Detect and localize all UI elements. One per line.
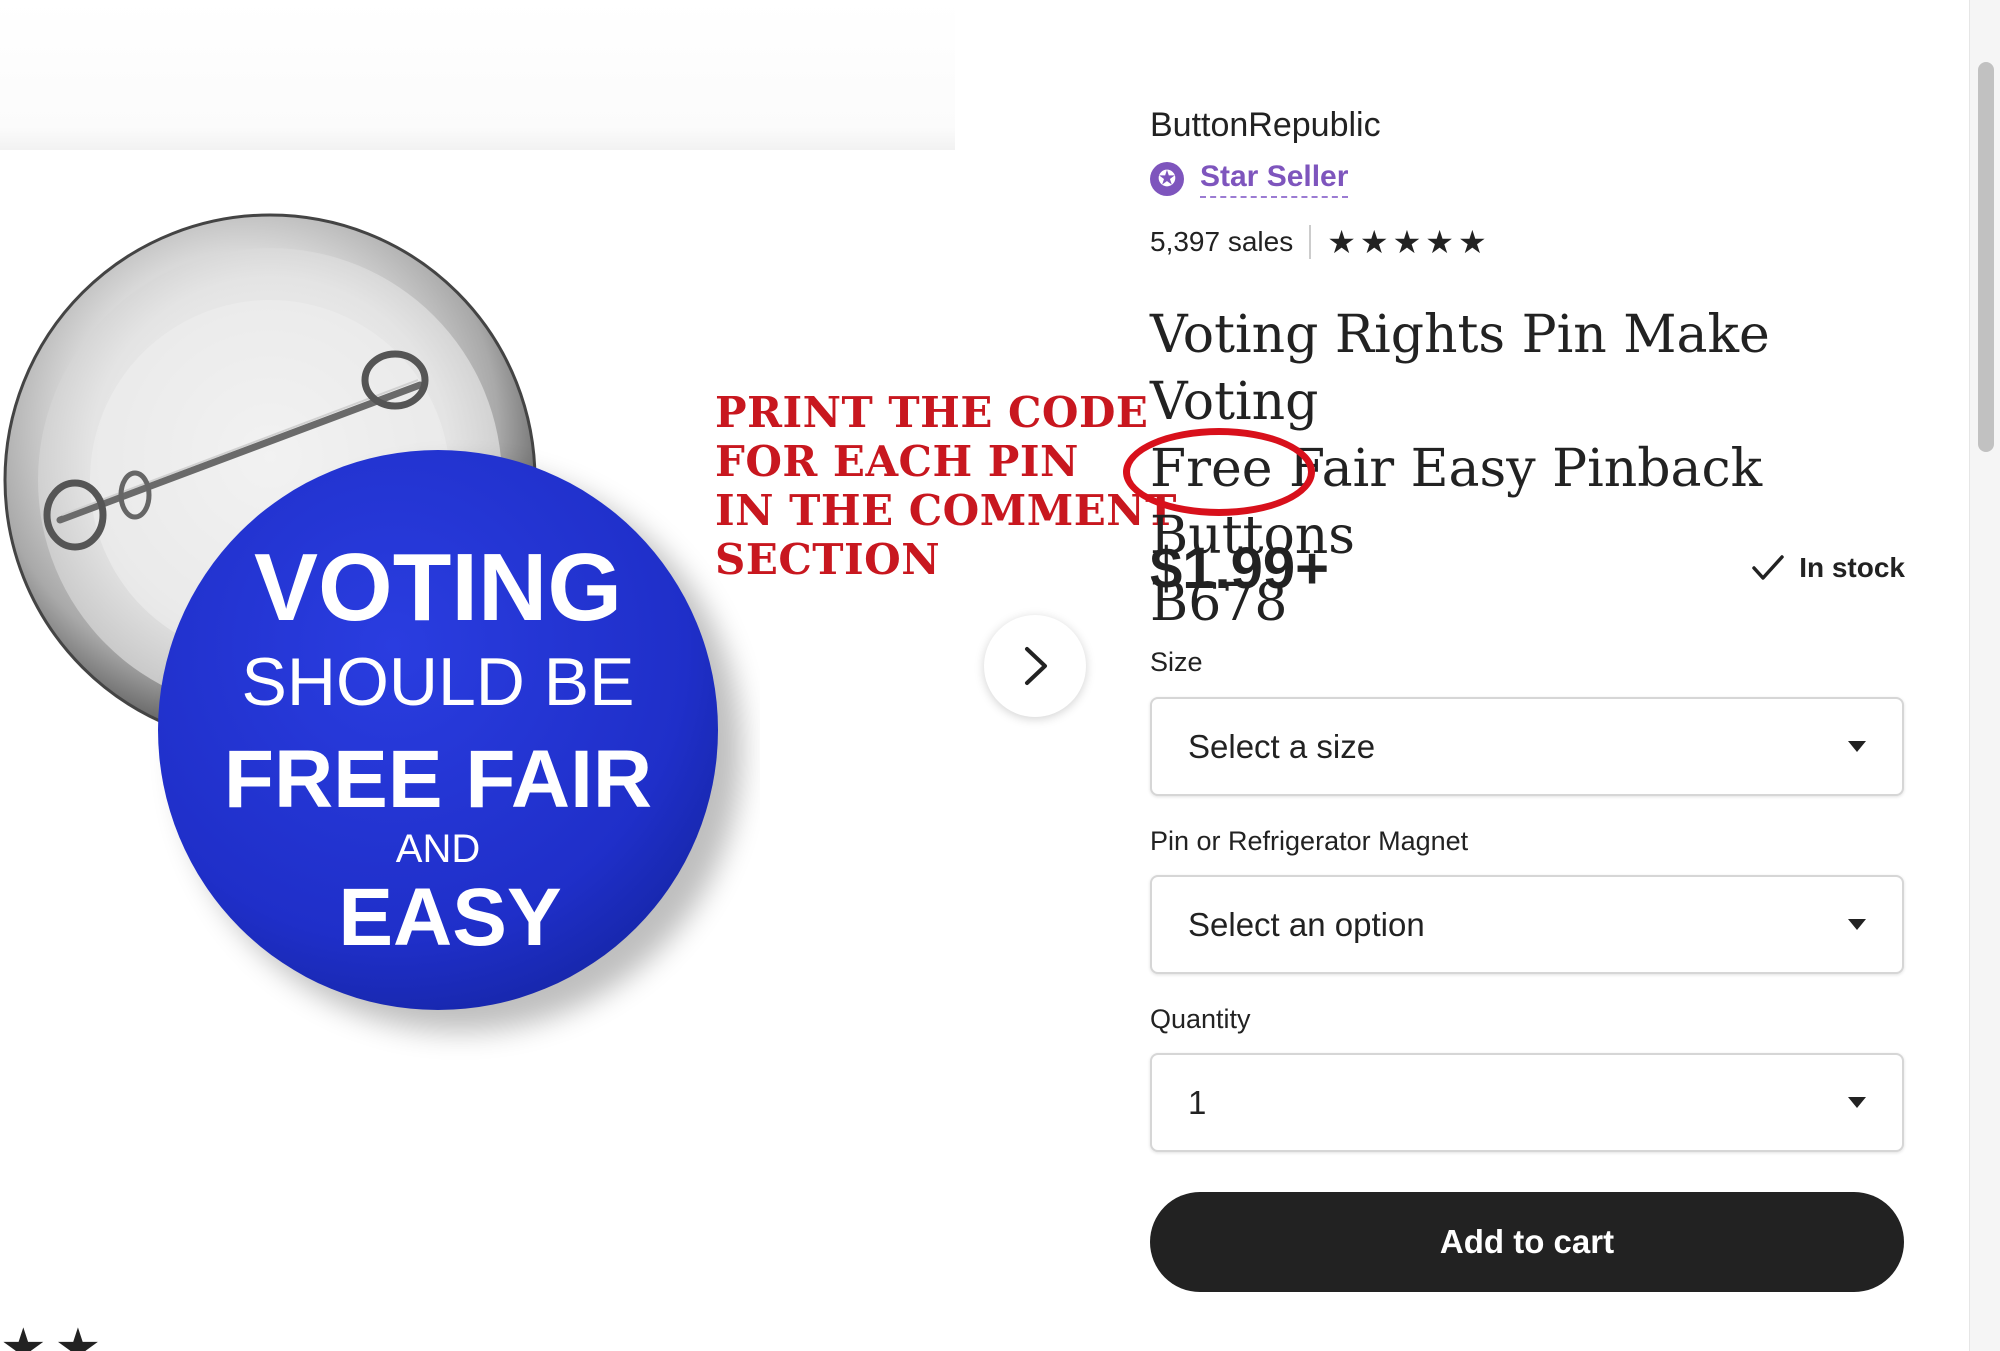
sales-count: 5,397 sales [1150, 226, 1294, 257]
check-icon [1751, 554, 1785, 582]
quantity-label: Quantity [1150, 1004, 1251, 1034]
annotation-line-3: IN THE COMMENT [715, 486, 1177, 535]
star-seller-icon: ✪ [1150, 162, 1184, 196]
pin-text-line-3: FREE FAIR [224, 734, 652, 825]
product-page: VOTING SHOULD BE FREE FAIR AND EASY PRIN… [0, 0, 2000, 1351]
pin-text-line-4: AND [396, 827, 480, 871]
review-stars-partial: ★★ [0, 1319, 110, 1351]
annotation-line-4: SECTION [715, 535, 941, 584]
pin-text-line-1: VOTING [254, 534, 622, 641]
annotation-line-1: PRINT THE CODE [715, 388, 1149, 437]
quantity-select-value: 1 [1188, 1083, 1207, 1121]
sales-rating-row: 5,397 sales ★★★★★ [1150, 223, 1491, 261]
pin-or-magnet-label: Pin or Refrigerator Magnet [1150, 826, 1469, 856]
caret-down-icon [1848, 1097, 1866, 1108]
caret-down-icon [1848, 741, 1866, 752]
size-select[interactable]: Select a size [1150, 697, 1904, 796]
size-label: Size [1150, 647, 1203, 677]
add-to-cart-button[interactable]: Add to cart [1150, 1192, 1904, 1292]
product-price: $1.99+ [1150, 536, 1330, 601]
star-seller-badge[interactable]: ✪ Star Seller [1150, 160, 1349, 198]
pin-or-magnet-select[interactable]: Select an option [1150, 875, 1904, 974]
image-top-band [0, 0, 955, 150]
pin-or-magnet-select-value: Select an option [1188, 905, 1425, 943]
size-select-value: Select a size [1188, 727, 1376, 765]
divider [1309, 225, 1312, 259]
chevron-right-icon [1025, 647, 1047, 685]
stock-status: In stock [1751, 552, 1905, 584]
annotation-note: PRINT THE CODE FOR EACH PIN IN THE COMME… [715, 388, 1177, 584]
product-image-pin: VOTING SHOULD BE FREE FAIR AND EASY [3, 213, 742, 1032]
annotation-circle [1123, 428, 1315, 516]
star-seller-label: Star Seller [1200, 160, 1349, 198]
scrollbar-thumb[interactable] [1978, 62, 1994, 452]
next-image-button[interactable] [984, 615, 1086, 717]
rating-stars[interactable]: ★★★★★ [1327, 223, 1490, 261]
pin-text-line-2: SHOULD BE [242, 644, 635, 720]
product-title-line-1: Voting Rights Pin Make Voting [1150, 305, 1770, 432]
shop-name-link[interactable]: ButtonRepublic [1150, 106, 1381, 145]
annotation-line-2: FOR EACH PIN [715, 437, 1079, 486]
scrollbar[interactable] [1969, 0, 2000, 1351]
stock-status-label: In stock [1799, 552, 1905, 583]
pin-text-line-5: EASY [338, 872, 561, 963]
quantity-select[interactable]: 1 [1150, 1053, 1904, 1152]
pin-front: VOTING SHOULD BE FREE FAIR AND EASY [158, 450, 718, 1010]
caret-down-icon [1848, 919, 1866, 930]
